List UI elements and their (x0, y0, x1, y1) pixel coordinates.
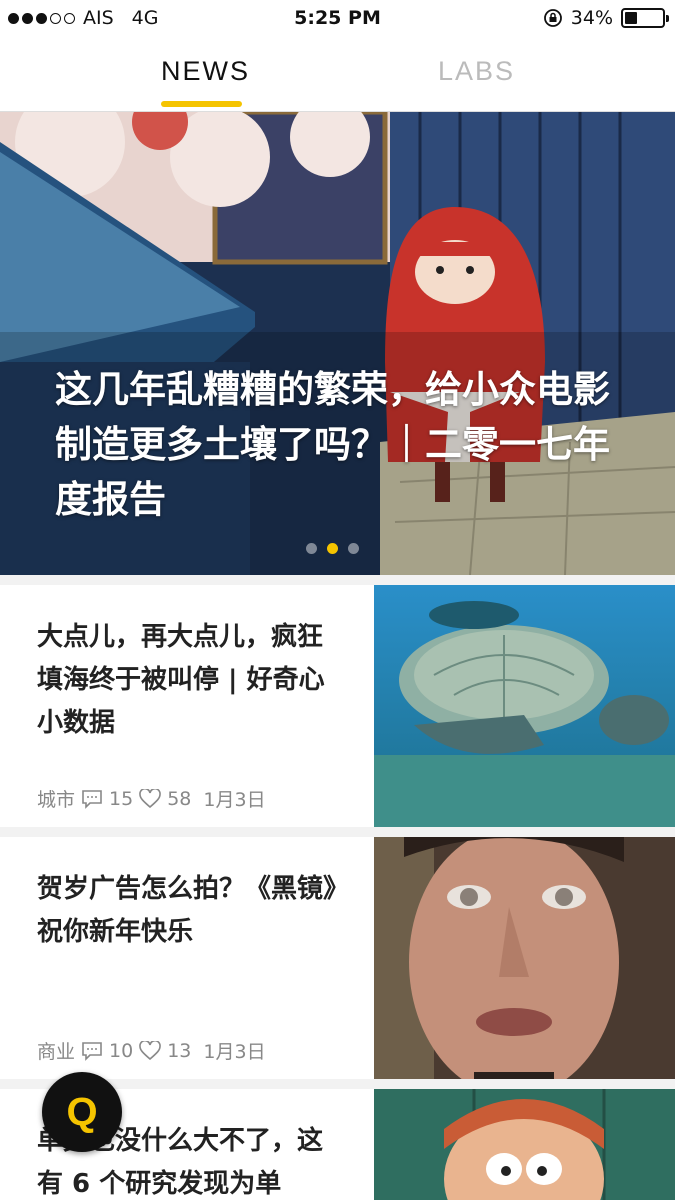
comment-count: 10 (109, 1039, 134, 1062)
heart-icon (139, 788, 162, 808)
hero-title[interactable]: 这几年乱糟糟的繁荣，给小众电影制造更多土壤了吗？｜二零一七年度报告 (55, 362, 625, 527)
hero-carousel[interactable]: 这几年乱糟糟的繁荣，给小众电影制造更多土壤了吗？｜二零一七年度报告 (0, 112, 675, 575)
article-thumbnail[interactable] (374, 585, 675, 827)
tab-labs[interactable]: LABS (438, 56, 515, 87)
article-title[interactable]: 贺岁广告怎么拍？《黑镜》祝你新年快乐 (37, 868, 337, 954)
sea-turtle-image (374, 585, 675, 827)
pager-dot[interactable] (348, 543, 359, 554)
comment-count: 15 (109, 787, 134, 810)
q-button-label: Q (66, 1089, 98, 1134)
comment-icon (82, 1041, 102, 1061)
article-meta: 商业 10 13 1月3日 (37, 1037, 266, 1064)
q-floating-button[interactable]: Q (42, 1072, 122, 1152)
article-date: 1月3日 (203, 1041, 266, 1063)
cartoon-character-image (374, 1089, 675, 1200)
article-thumbnail[interactable] (374, 1089, 675, 1200)
top-tabs: NEWS LABS (0, 38, 675, 112)
article-category: 商业 (37, 1041, 76, 1063)
tab-news[interactable]: NEWS (161, 56, 250, 87)
rotation-lock-icon (543, 9, 562, 27)
status-bar: AIS 4G 5:25 PM 34% (0, 0, 675, 38)
battery-icon (621, 8, 669, 28)
article-category: 城市 (37, 789, 76, 811)
man-face-image (374, 837, 675, 1079)
comment-icon (82, 789, 102, 809)
pager-dot[interactable] (306, 543, 317, 554)
battery-percent: 34% (570, 7, 613, 29)
article-thumbnail[interactable] (374, 837, 675, 1079)
article-card[interactable]: 大点儿，再大点儿，疯狂填海终于被叫停 | 好奇心小数据 城市 15 58 1月3… (0, 585, 675, 827)
carousel-pager (306, 543, 359, 554)
article-title[interactable]: 大点儿，再大点儿，疯狂填海终于被叫停 | 好奇心小数据 (37, 616, 337, 745)
like-count: 58 (167, 787, 192, 810)
like-count: 13 (167, 1039, 192, 1062)
heart-icon (139, 1040, 162, 1060)
active-tab-indicator (161, 101, 242, 107)
article-card[interactable]: 贺岁广告怎么拍？《黑镜》祝你新年快乐 商业 10 13 1月3日 (0, 837, 675, 1079)
article-meta: 城市 15 58 1月3日 (37, 785, 266, 812)
pager-dot-active[interactable] (327, 543, 338, 554)
article-date: 1月3日 (203, 789, 266, 811)
